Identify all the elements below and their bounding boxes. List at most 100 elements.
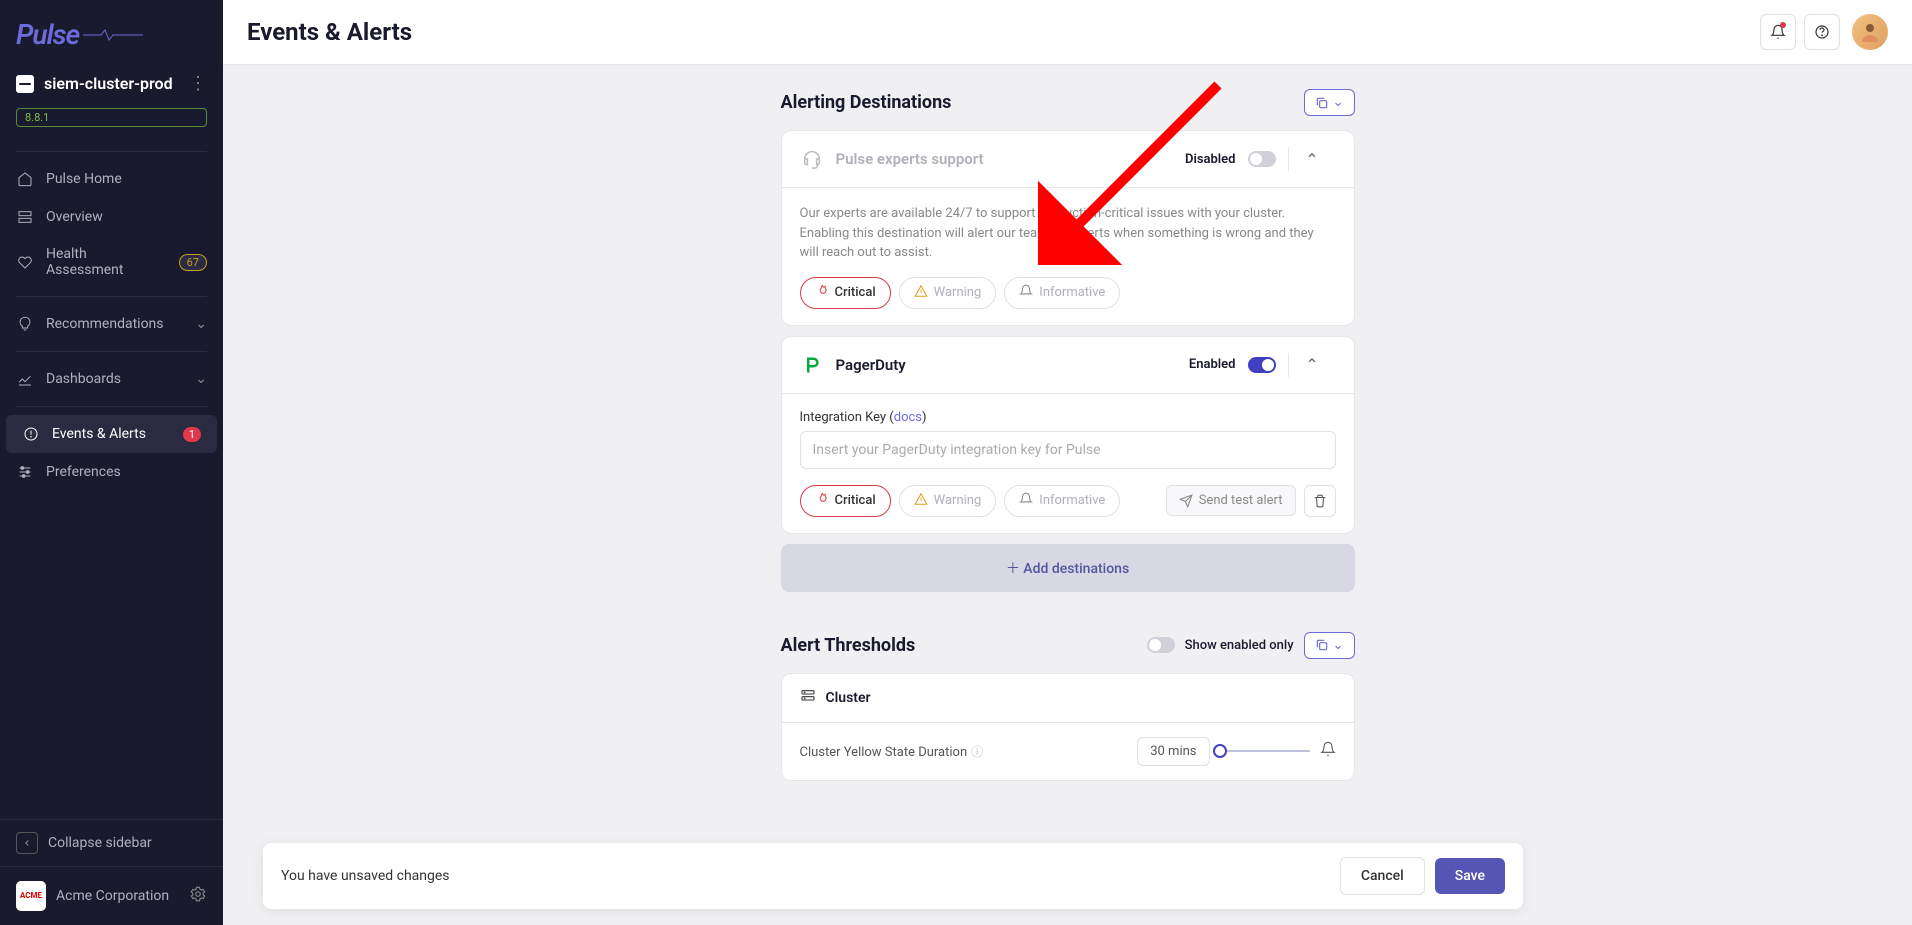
threshold-bell-icon[interactable] <box>1320 741 1336 761</box>
integration-key-label: Integration Key (docs) <box>800 410 1336 425</box>
collapse-icon <box>16 832 38 854</box>
threshold-slider[interactable] <box>1220 750 1310 752</box>
chart-icon <box>16 370 34 388</box>
thresholds-header: Alert Thresholds Show enabled only ⌄ <box>781 632 1355 659</box>
integration-key-input[interactable] <box>800 431 1336 469</box>
severity-informative[interactable]: Informative <box>1004 277 1120 309</box>
severity-critical[interactable]: Critical <box>800 277 891 309</box>
page-title: Events & Alerts <box>247 18 1760 46</box>
copy-destinations-button[interactable]: ⌄ <box>1304 89 1355 116</box>
threshold-cluster-group: Cluster Cluster Yellow State Durationⓘ 3… <box>781 673 1355 781</box>
nav-overview[interactable]: Overview <box>0 198 223 236</box>
events-badge: 1 <box>183 427 201 442</box>
help-button[interactable] <box>1804 14 1840 50</box>
add-destinations-button[interactable]: ＋ Add destinations <box>781 544 1355 592</box>
brand-logo: Pulse <box>0 0 223 63</box>
copy-thresholds-button[interactable]: ⌄ <box>1304 632 1355 659</box>
nav-label: Preferences <box>46 464 121 480</box>
nav-label: Dashboards <box>46 371 121 387</box>
pulse-toggle[interactable] <box>1248 151 1276 167</box>
save-button[interactable]: Save <box>1435 858 1505 894</box>
dest-pulse-experts: Pulse experts support Disabled ⌃ Our exp… <box>781 130 1355 326</box>
cluster-group-icon <box>800 688 816 708</box>
sliders-icon <box>16 463 34 481</box>
pagerduty-icon <box>800 353 824 377</box>
alert-icon <box>22 425 40 443</box>
severity-warning[interactable]: Warning <box>899 485 997 517</box>
cluster-icon <box>16 75 34 93</box>
group-title: Cluster <box>826 690 871 706</box>
gear-icon[interactable] <box>189 885 207 907</box>
destinations-header: Alerting Destinations ⌄ <box>781 89 1355 116</box>
overview-icon <box>16 208 34 226</box>
dest-title: Pulse experts support <box>836 150 984 168</box>
nav-label: Health Assessment <box>46 246 167 278</box>
collapse-card-button[interactable]: ⌃ <box>1288 147 1336 171</box>
threshold-value[interactable]: 30 mins <box>1137 737 1209 766</box>
fire-icon <box>815 492 829 510</box>
nav-pulse-home[interactable]: Pulse Home <box>0 160 223 198</box>
dest-title: PagerDuty <box>836 356 906 374</box>
severity-warning[interactable]: Warning <box>899 277 997 309</box>
dest-pagerduty: PagerDuty Enabled ⌃ Integration Key (doc… <box>781 336 1355 534</box>
nav-health-assessment[interactable]: Health Assessment 67 <box>0 236 223 288</box>
notifications-button[interactable] <box>1760 14 1796 50</box>
nav-dashboards[interactable]: Dashboards ⌄ <box>0 360 223 398</box>
delete-destination-button[interactable] <box>1304 485 1336 517</box>
threshold-row: Cluster Yellow State Durationⓘ 30 mins <box>782 723 1354 780</box>
cancel-button[interactable]: Cancel <box>1340 857 1425 895</box>
version-badge: 8.8.1 <box>16 108 207 127</box>
nav-preferences[interactable]: Preferences <box>0 453 223 491</box>
cluster-menu-icon[interactable]: ⋮ <box>189 73 207 94</box>
footer-message: You have unsaved changes <box>281 868 1330 884</box>
pagerduty-toggle[interactable] <box>1248 357 1276 373</box>
org-name: Acme Corporation <box>56 888 179 904</box>
org-row: ACME Acme Corporation <box>0 866 223 925</box>
collapse-card-button[interactable]: ⌃ <box>1288 353 1336 377</box>
cluster-name: siem-cluster-prod <box>44 74 179 93</box>
bulb-icon <box>16 315 34 333</box>
nav-recommendations[interactable]: Recommendations ⌄ <box>0 305 223 343</box>
sidebar: Pulse siem-cluster-prod ⋮ 8.8.1 Pulse Ho… <box>0 0 223 925</box>
toggle-label: Disabled <box>1185 152 1236 167</box>
docs-link[interactable]: docs <box>894 410 922 425</box>
nav-label: Pulse Home <box>46 171 122 187</box>
severity-critical[interactable]: Critical <box>800 485 891 517</box>
org-logo: ACME <box>16 881 46 911</box>
show-enabled-toggle[interactable] <box>1147 637 1175 653</box>
home-icon <box>16 170 34 188</box>
chevron-down-icon: ⌄ <box>195 316 207 332</box>
section-title: Alert Thresholds <box>781 635 1147 656</box>
content: Alerting Destinations ⌄ Pulse experts su… <box>223 65 1912 925</box>
heart-icon <box>16 253 34 271</box>
main: Events & Alerts Alerting Destinations ⌄ … <box>223 0 1912 925</box>
collapse-sidebar[interactable]: Collapse sidebar <box>0 819 223 866</box>
toggle-label: Enabled <box>1189 357 1236 372</box>
section-title: Alerting Destinations <box>781 92 1304 113</box>
bell-icon <box>1019 284 1033 302</box>
warning-icon <box>914 492 928 510</box>
health-badge: 67 <box>179 254 207 271</box>
chevron-down-icon: ⌄ <box>1333 95 1344 110</box>
headset-icon <box>800 147 824 171</box>
nav-events-alerts[interactable]: Events & Alerts 1 <box>6 415 217 453</box>
fire-icon <box>815 284 829 302</box>
chevron-down-icon: ⌄ <box>1333 638 1344 653</box>
header: Events & Alerts <box>223 0 1912 65</box>
dest-description: Our experts are available 24/7 to suppor… <box>800 204 1336 263</box>
nav-label: Overview <box>46 209 103 225</box>
nav: Pulse Home Overview Health Assessment 67… <box>0 135 223 819</box>
chevron-down-icon: ⌄ <box>195 371 207 387</box>
brand-text: Pulse <box>16 18 79 51</box>
unsaved-changes-bar: You have unsaved changes Cancel Save <box>263 843 1523 909</box>
send-test-alert-button[interactable]: Send test alert <box>1166 485 1296 516</box>
avatar[interactable] <box>1852 14 1888 50</box>
collapse-label: Collapse sidebar <box>48 835 152 851</box>
threshold-name: Cluster Yellow State Durationⓘ <box>800 743 1128 760</box>
toggle-label: Show enabled only <box>1185 638 1294 653</box>
nav-label: Recommendations <box>46 316 164 332</box>
cluster-selector[interactable]: siem-cluster-prod ⋮ <box>0 63 223 104</box>
info-icon[interactable]: ⓘ <box>971 745 983 759</box>
severity-informative[interactable]: Informative <box>1004 485 1120 517</box>
warning-icon <box>914 284 928 302</box>
